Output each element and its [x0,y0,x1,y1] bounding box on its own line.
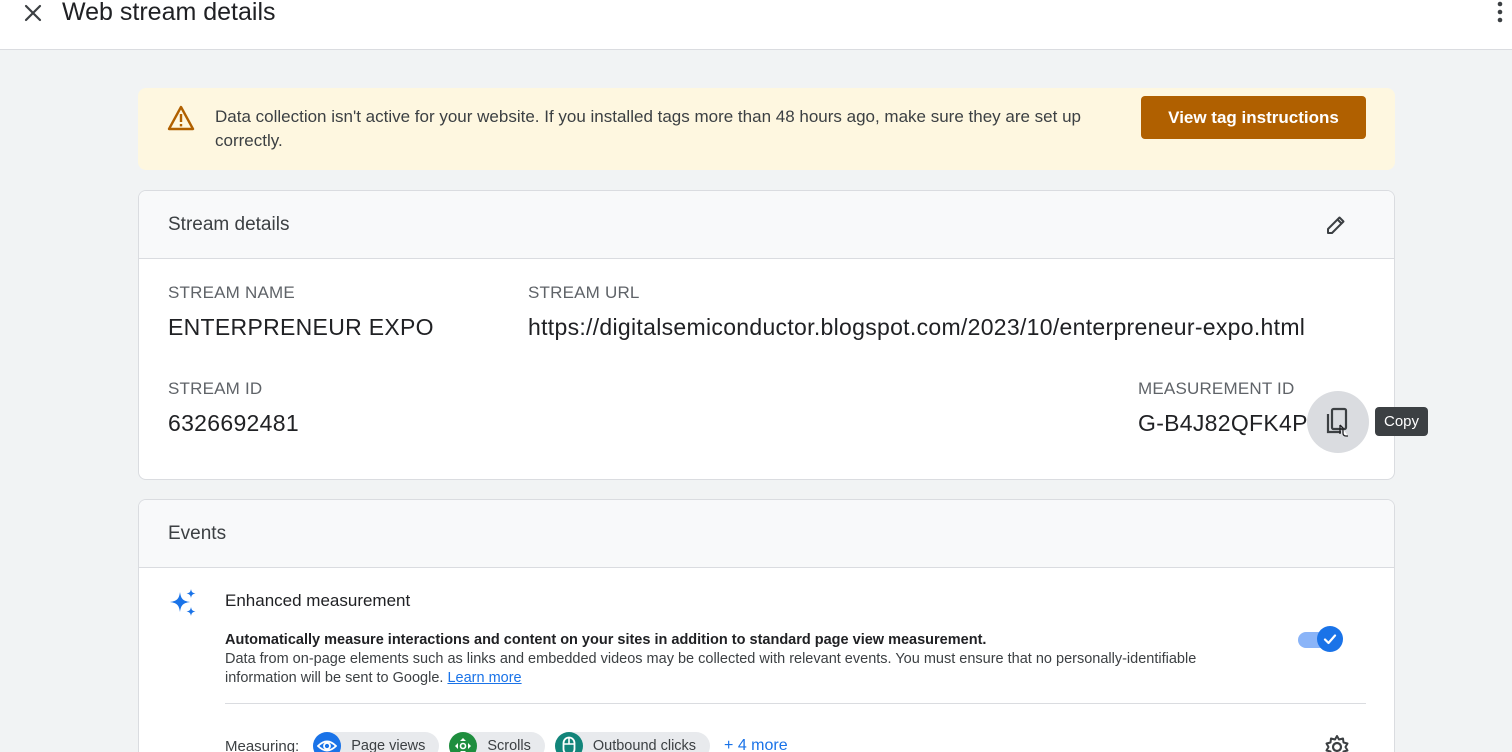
scroll-icon [449,732,478,752]
events-title: Events [168,523,227,544]
enhanced-measurement-title: Enhanced measurement [225,591,411,610]
measurement-id-value: G-B4J82QFK4P [1138,410,1308,436]
enhanced-measurement-description: Automatically measure interactions and c… [225,631,1265,688]
close-icon[interactable] [18,0,48,28]
warning-banner: Data collection isn't active for your we… [138,88,1395,170]
top-bar: Web stream details [0,0,1512,50]
events-card: Events Enhanced measurement Automaticall… [138,499,1395,752]
measuring-label: Measuring: [225,737,300,752]
banner-message: Data collection isn't active for your we… [215,107,1081,150]
divider [225,703,1366,704]
copy-button[interactable] [1307,391,1369,453]
check-icon [1317,626,1343,652]
more-vert-icon[interactable] [1494,0,1506,26]
stream-name-value: ENTERPRENEUR EXPO [168,314,434,340]
copy-icon [1326,407,1348,437]
more-link[interactable]: + 4 more [724,737,788,752]
stream-url-label: STREAM URL [528,283,640,302]
view-tag-instructions-button[interactable]: View tag instructions [1141,96,1366,139]
stream-details-title: Stream details [168,214,290,235]
chip-page-views[interactable]: Page views [313,732,440,752]
sparkle-icon [168,588,198,618]
chip-label: Outbound clicks [592,738,697,752]
chip-label: Page views [351,738,426,752]
copy-tooltip: Copy [1375,407,1428,436]
stream-url-value: https://digitalsemiconductor.blogspot.co… [528,314,1306,340]
enhanced-measurement-toggle[interactable] [1298,626,1343,652]
chip-outbound-clicks[interactable]: Outbound clicks [554,732,711,752]
learn-more-link[interactable]: Learn more [447,670,521,686]
eye-icon [313,732,342,752]
page-title: Web stream details [62,0,276,26]
stream-id-value: 6326692481 [168,410,299,436]
events-header: Events [139,500,1394,568]
measurement-id-label: MEASUREMENT ID [1138,379,1295,398]
stream-name-label: STREAM NAME [168,283,295,302]
gear-icon[interactable] [1322,732,1352,752]
chip-label: Scrolls [487,738,531,752]
stream-details-card: Stream details STREAM NAME ENTERPRENEUR … [138,190,1395,480]
description-bold: Automatically measure interactions and c… [225,632,987,648]
stream-id-label: STREAM ID [168,379,263,398]
warning-icon [167,105,195,131]
stream-details-header: Stream details [139,191,1394,259]
mouse-icon [554,732,583,752]
measuring-row: Measuring: Page views Scrolls Outbound c… [225,732,788,752]
chip-scrolls[interactable]: Scrolls [449,732,545,752]
description-rest: Data from on-page elements such as links… [225,651,1197,686]
pencil-icon[interactable] [1322,211,1350,239]
